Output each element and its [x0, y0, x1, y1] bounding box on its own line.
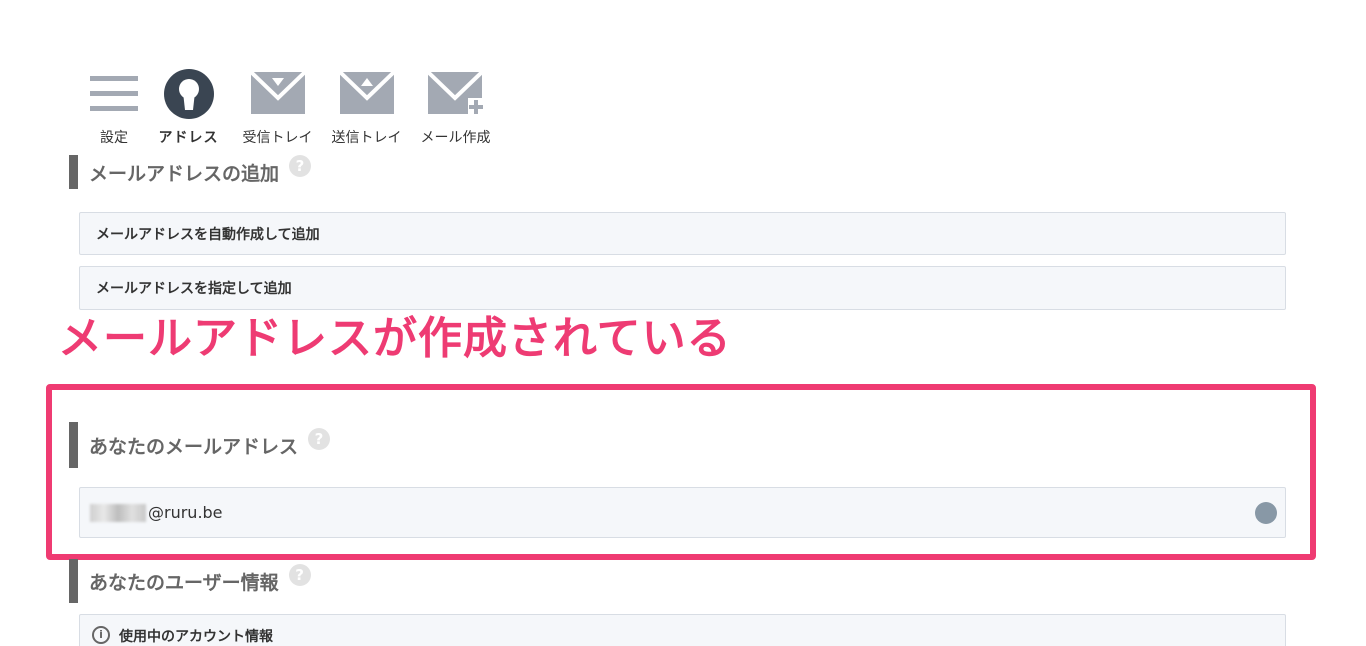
help-icon[interactable]: ? [289, 155, 312, 177]
nav-inbox-label: 受信トレイ [242, 130, 313, 146]
nav-compose-label: メール作成 [420, 130, 491, 146]
nav-settings-label: 設定 [100, 130, 128, 146]
top-nav: 設定 アドレス 受信トレイ 送信トレイ メール作成 [84, 69, 500, 150]
inbox-envelope-icon [250, 72, 305, 114]
specify-address-label: メールアドレスを指定して追加 [96, 281, 292, 297]
account-info-row[interactable]: i 使用中のアカウント情報 [79, 614, 1286, 646]
nav-compose[interactable]: メール作成 [411, 72, 500, 150]
nav-address[interactable]: アドレス [144, 69, 233, 150]
page: 設定 アドレス 受信トレイ 送信トレイ メール作成 メールアドレスの追加 ? メ… [0, 0, 1366, 646]
annotation-highlight-frame [46, 384, 1316, 560]
nav-address-label: アドレス [158, 130, 219, 146]
nav-settings[interactable]: 設定 [84, 72, 144, 150]
hamburger-menu-icon [90, 76, 138, 111]
add-address-heading: メールアドレスの追加 ? [69, 155, 312, 189]
keyhole-icon [163, 69, 214, 119]
nav-outbox[interactable]: 送信トレイ [322, 72, 411, 150]
auto-create-address-label: メールアドレスを自動作成して追加 [96, 226, 320, 243]
compose-envelope-icon [427, 72, 484, 116]
nav-inbox[interactable]: 受信トレイ [233, 72, 322, 150]
nav-outbox-label: 送信トレイ [331, 130, 402, 146]
add-address-title: メールアドレスの追加 [89, 162, 280, 185]
outbox-envelope-icon [339, 72, 394, 114]
user-info-heading: あなたのユーザー情報 ? [69, 559, 311, 603]
user-info-title: あなたのユーザー情報 [89, 571, 279, 594]
help-icon[interactable]: ? [288, 564, 311, 586]
annotation-callout: メールアドレスが作成されている [58, 313, 732, 364]
auto-create-address-button[interactable]: メールアドレスを自動作成して追加 [79, 212, 1286, 255]
account-info-label: 使用中のアカウント情報 [119, 629, 273, 645]
info-icon: i [92, 626, 110, 644]
